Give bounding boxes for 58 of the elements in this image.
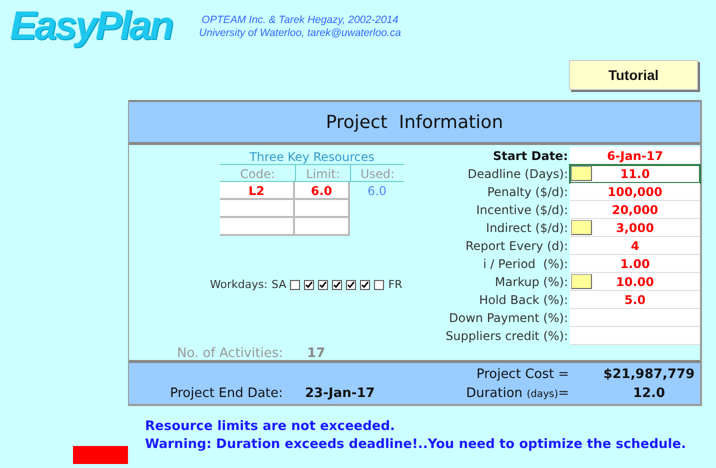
panel-title: Project Information [129,100,700,145]
day-checkbox[interactable] [318,280,328,290]
field-label: Report Every (d): [464,238,569,255]
copyright-text: OPTEAM Inc. & Tarek Hegazy, 2002-2014 University of Waterloo, tarek@uwaterloo.ca [198,14,402,40]
end-date-label: Project End Date: [170,385,283,403]
day-checkbox[interactable] [290,280,300,290]
value-field[interactable]: 1.00 [570,255,700,273]
day-label: SA [272,277,286,293]
limit-cell[interactable] [295,200,350,218]
field-label: Start Date: [492,148,569,165]
cost-label: Project Cost = [475,366,569,384]
value-field[interactable]: 10.00 [570,273,700,291]
value-field[interactable] [570,327,700,345]
status-message: Resource limits are not exceeded. [145,418,396,436]
field-label: i / Period (%): [482,256,569,273]
picker-button[interactable] [571,166,592,181]
value-field[interactable]: 4 [570,237,700,255]
day-checkbox[interactable] [332,280,342,290]
end-date-value: 23-Jan-17 [305,385,375,403]
activities-count: 17 [307,345,326,363]
code-cell[interactable]: L2 [220,182,295,200]
value-field[interactable]: 6-Jan-17 [570,147,700,165]
picker-button[interactable] [571,220,592,235]
value-field[interactable]: 20,000 [570,201,700,219]
used-value: 6.0 [366,183,388,200]
field-label: Down Payment (%): [448,310,569,327]
day-checkbox[interactable] [374,280,384,290]
day-label: FR [388,277,402,293]
field-label: Indirect ($/d): [485,220,569,237]
field-label: Hold Back (%): [478,292,569,309]
field-label: Deadline (Days): [466,166,569,183]
cost-value: $21,987,779 [602,366,696,384]
picker-button[interactable] [571,274,592,289]
code-cell[interactable] [220,218,295,236]
code-cell[interactable] [220,200,295,218]
tutorial-button[interactable]: Tutorial [569,60,698,90]
value-field[interactable]: 3,000 [570,219,700,237]
value-field[interactable] [570,309,700,327]
field-label: Incentive ($/d): [475,202,569,219]
activities-label: No. of Activities: [177,345,284,363]
limit-cell[interactable] [295,218,350,236]
field-label: Penalty ($/d): [486,184,569,201]
limit-cell[interactable]: 6.0 [295,182,350,200]
status-message: Warning: Duration exceeds deadline!..You need to optimize the schedule. [145,436,688,454]
day-checkbox[interactable] [304,280,314,290]
workdays-label: Workdays: [210,277,268,293]
app-logo: EasyPlan [10,3,172,50]
day-checkbox[interactable] [346,280,356,290]
field-label: Suppliers credit (%): [444,328,569,345]
value-field[interactable]: 100,000 [570,183,700,201]
resources-title: Three Key Resources [220,148,404,165]
value-field[interactable]: 11.0 [570,165,700,183]
duration-value: 12.0 [632,385,666,403]
value-field[interactable]: 5.0 [570,291,700,309]
column-header: Used: [350,165,404,182]
day-checkbox[interactable] [360,280,370,290]
duration-label: Duration (days)= [465,385,569,403]
field-label: Markup (%): [494,274,569,291]
